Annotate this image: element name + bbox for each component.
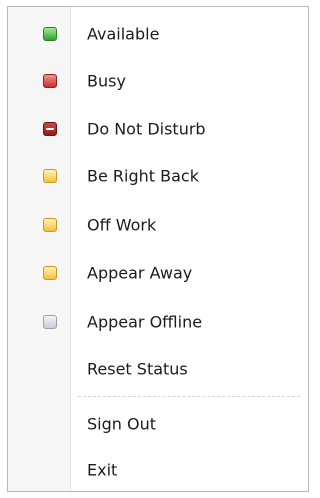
away-icon (43, 218, 57, 232)
menu-item-label: Exit (87, 460, 118, 480)
away-icon (43, 169, 57, 183)
do-not-disturb-icon (43, 122, 57, 136)
menu-item-reset-status[interactable]: Reset Status (8, 347, 308, 391)
offline-icon (43, 315, 57, 329)
menu-item-label: Available (87, 24, 160, 44)
menu-item-appear-offline[interactable]: Appear Offline (8, 300, 308, 344)
menu-item-off-work[interactable]: Off Work (8, 203, 308, 247)
away-icon (43, 266, 57, 280)
menu-item-label: Be Right Back (87, 166, 199, 186)
menu-item-label: Off Work (87, 215, 157, 235)
menu-separator (78, 396, 300, 397)
menu-item-label: Do Not Disturb (87, 119, 206, 139)
menu-item-label: Sign Out (87, 414, 156, 434)
busy-icon (43, 74, 57, 88)
menu-item-label: Appear Away (87, 263, 193, 283)
menu-item-sign-out[interactable]: Sign Out (8, 402, 308, 446)
menu-item-label: Appear Offline (87, 312, 203, 332)
menu-item-available[interactable]: Available (8, 12, 308, 56)
status-context-menu: Available Busy Do Not Disturb Be Right B… (7, 6, 309, 492)
menu-item-appear-away[interactable]: Appear Away (8, 251, 308, 295)
menu-item-label: Reset Status (87, 359, 188, 379)
available-icon (43, 27, 57, 41)
menu-item-busy[interactable]: Busy (8, 59, 308, 103)
menu-item-be-right-back[interactable]: Be Right Back (8, 154, 308, 198)
menu-item-label: Busy (87, 71, 126, 91)
menu-item-exit[interactable]: Exit (8, 448, 308, 492)
menu-item-do-not-disturb[interactable]: Do Not Disturb (8, 107, 308, 151)
